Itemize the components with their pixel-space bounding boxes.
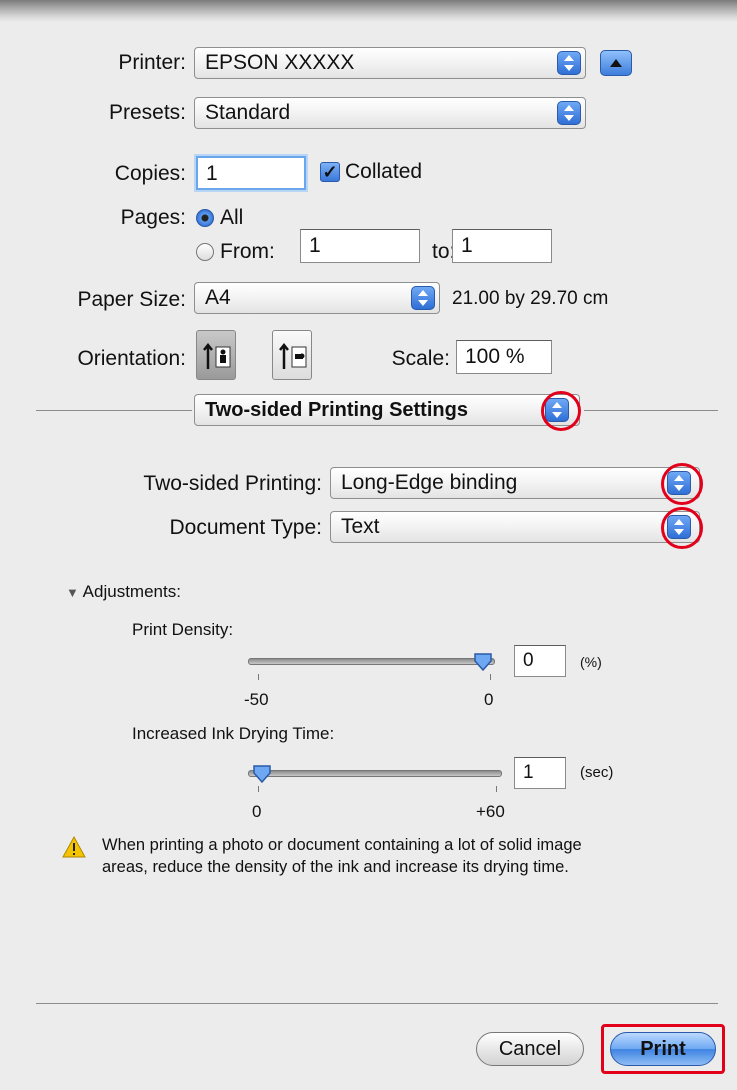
cancel-button[interactable]: Cancel	[476, 1032, 584, 1066]
scale-field[interactable]: 100 %	[456, 340, 552, 374]
two-sided-label: Two-sided Printing:	[143, 472, 322, 495]
highlight-circle	[661, 463, 703, 505]
highlight-circle	[541, 391, 581, 431]
tick-mark	[258, 786, 259, 792]
document-type-select[interactable]: Text	[330, 511, 700, 543]
disclosure-button[interactable]	[600, 50, 632, 76]
print-density-slider-track[interactable]	[248, 658, 495, 665]
printer-label: Printer:	[118, 51, 186, 74]
print-density-max-label: 0	[484, 690, 494, 709]
print-density-label: Print Density:	[132, 620, 234, 639]
drying-time-unit: (sec)	[580, 764, 614, 781]
print-density-slider-thumb[interactable]	[473, 652, 493, 672]
pages-from-radio[interactable]	[196, 243, 214, 261]
two-sided-select[interactable]: Long-Edge binding	[330, 467, 700, 499]
printer-value: EPSON XXXXX	[205, 51, 355, 74]
presets-label: Presets:	[108, 101, 186, 124]
drying-time-slider-thumb[interactable]	[252, 764, 272, 784]
drying-time-min-label: 0	[252, 802, 262, 821]
warning-line: When printing a photo or document contai…	[102, 836, 582, 854]
warning-text: When printing a photo or document contai…	[102, 834, 582, 878]
paper-size-select[interactable]: A4	[194, 282, 440, 314]
panel-select[interactable]: Two-sided Printing Settings	[194, 394, 580, 426]
pages-to-field[interactable]: 1	[452, 229, 552, 263]
portrait-button[interactable]	[196, 330, 236, 380]
presets-stepper-icon	[557, 101, 581, 125]
pages-all-radio[interactable]	[196, 209, 214, 227]
paper-dimensions: 21.00 by 29.70 cm	[452, 288, 609, 309]
scale-label: Scale:	[391, 347, 450, 370]
document-type-label: Document Type:	[169, 516, 322, 539]
adjustments-toggle[interactable]: ▼ Adjustments:	[66, 582, 181, 602]
landscape-button[interactable]	[272, 330, 312, 380]
print-density-field[interactable]: 0	[514, 645, 566, 677]
orientation-label: Orientation:	[77, 347, 186, 370]
copies-field[interactable]: 1	[196, 156, 306, 190]
adjustments-label: Adjustments:	[82, 582, 181, 601]
landscape-icon	[279, 342, 307, 369]
checkmark-icon: ✓	[322, 162, 338, 182]
presets-value: Standard	[205, 101, 291, 124]
drying-time-field[interactable]: 1	[514, 757, 566, 789]
portrait-icon	[203, 342, 231, 369]
tick-mark	[496, 786, 497, 792]
paper-size-value: A4	[205, 286, 231, 309]
pages-from-field[interactable]: 1	[300, 229, 420, 263]
separator-left	[36, 410, 192, 411]
drying-time-slider-track[interactable]	[248, 770, 502, 777]
copies-label: Copies:	[114, 162, 186, 185]
pages-label: Pages:	[120, 206, 186, 229]
print-density-unit: (%)	[580, 654, 602, 670]
collated-label: Collated	[345, 160, 423, 183]
bottom-separator	[36, 1003, 718, 1004]
highlight-box	[601, 1024, 725, 1074]
drying-time-label: Increased Ink Drying Time:	[132, 724, 335, 743]
warning-line: areas, reduce the density of the ink and…	[102, 858, 569, 876]
triangle-up-icon	[610, 59, 622, 67]
separator-right	[584, 410, 718, 411]
print-density-min-label: -50	[244, 690, 269, 709]
document-type-value: Text	[341, 515, 380, 538]
window-top-edge	[0, 0, 737, 22]
two-sided-value: Long-Edge binding	[341, 471, 518, 494]
tick-mark	[258, 674, 259, 680]
paper-size-stepper-icon	[411, 286, 435, 310]
panel-select-value: Two-sided Printing Settings	[205, 399, 468, 421]
pages-from-label: From:	[220, 240, 275, 263]
printer-stepper-icon	[557, 51, 581, 75]
paper-size-label: Paper Size:	[77, 288, 186, 311]
disclosure-triangle-icon: ▼	[66, 585, 79, 600]
tick-mark	[490, 674, 491, 680]
collated-checkbox[interactable]: ✓	[320, 162, 340, 182]
presets-select[interactable]: Standard	[194, 97, 586, 129]
highlight-circle	[661, 507, 703, 549]
printer-select[interactable]: EPSON XXXXX	[194, 47, 586, 79]
pages-all-label: All	[220, 206, 244, 229]
drying-time-max-label: +60	[476, 802, 505, 821]
warning-icon	[62, 836, 86, 858]
